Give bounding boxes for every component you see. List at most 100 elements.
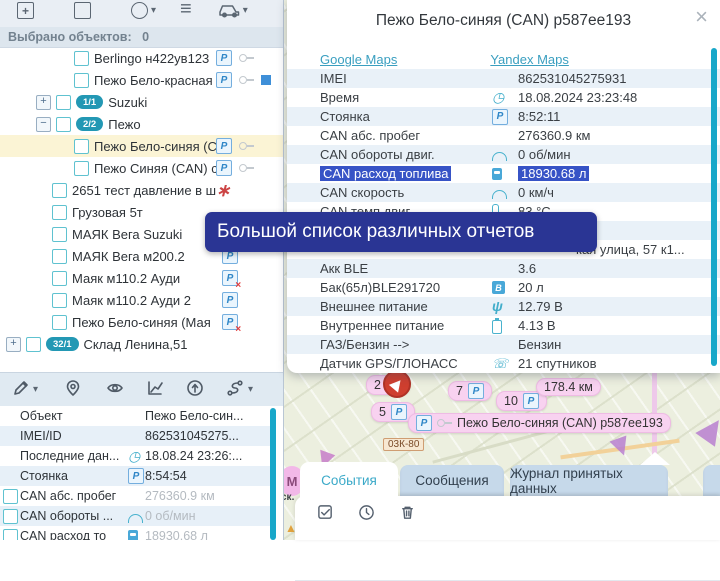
time-filter-button[interactable]	[358, 504, 375, 524]
checkbox[interactable]	[3, 529, 18, 540]
checkbox[interactable]	[74, 73, 89, 88]
battery-icon	[492, 320, 502, 334]
parking-icon	[416, 415, 432, 431]
detail-row: Последние дан... 18.08.24 23:26:...	[0, 446, 270, 466]
checkbox[interactable]	[52, 293, 67, 308]
bottom-panel: Сообщения Журнал принятых данных События…	[283, 450, 720, 540]
tab-events[interactable]: События	[300, 462, 398, 498]
add-object-button[interactable]: +	[17, 2, 34, 19]
info-row[interactable]: Бак(65л)BLE291720 20 л	[287, 278, 720, 297]
expand-icon[interactable]: +	[36, 95, 51, 110]
fuel-icon	[492, 168, 502, 180]
tree-item[interactable]: Пежо Синяя (CAN) с	[0, 157, 283, 179]
tree-group[interactable]: + 32/1 Склад Ленина,51	[0, 333, 283, 355]
info-row[interactable]: Акк BLE 3.6	[287, 259, 720, 278]
map-unit-label[interactable]: Пежо Бело-синяя (CAN) p587ee193	[408, 413, 671, 433]
track-button[interactable]	[226, 379, 244, 400]
info-row[interactable]: ГАЗ/Бензин --> Бензин	[287, 335, 720, 354]
locate-button[interactable]	[64, 379, 82, 400]
tree-group[interactable]: − 2/2 Пежо	[0, 113, 283, 135]
collapse-icon[interactable]: −	[36, 117, 51, 132]
checkbox[interactable]	[52, 271, 67, 286]
map-direction-arrow	[695, 413, 720, 446]
yandex-maps-link[interactable]: Yandex Maps	[490, 52, 569, 67]
parking-icon	[523, 393, 539, 409]
info-row[interactable]: Стоянка 8:52:11	[287, 107, 720, 126]
checkbox[interactable]	[74, 161, 89, 176]
chevron-down-icon[interactable]: ▾	[248, 384, 253, 395]
checkbox[interactable]	[3, 509, 18, 524]
info-row[interactable]: Внешнее питание 12.79 В	[287, 297, 720, 316]
checkbox[interactable]	[56, 95, 71, 110]
popup-scrollbar[interactable]	[711, 48, 717, 366]
tree-group[interactable]: + 1/1 Suzuki	[0, 91, 283, 113]
checkbox[interactable]	[52, 205, 67, 220]
events-tab-body: Avito	[295, 496, 720, 540]
tree-item[interactable]: Маяк м110.2 Ауди 2	[0, 289, 283, 311]
unit-info-popup: Пежо Бело-синяя (CAN) p587ee193 × Google…	[287, 0, 720, 373]
checkbox[interactable]	[52, 315, 67, 330]
detail-row[interactable]: CAN обороты ... 0 об/мин	[0, 506, 270, 526]
tab-messages[interactable]: Сообщения	[400, 465, 504, 496]
chart-button[interactable]	[146, 379, 164, 400]
map-unit-marker[interactable]	[383, 370, 411, 398]
select-all-button[interactable]	[317, 504, 334, 524]
checkbox[interactable]	[26, 337, 41, 352]
selected-objects-bar: Выбрано объектов: 0	[0, 27, 283, 48]
tree-item[interactable]: Berlingo н422ув123	[0, 47, 283, 69]
tab-log[interactable]: Журнал принятых данных	[510, 465, 668, 496]
expand-icon[interactable]: +	[6, 337, 21, 352]
select-area-button[interactable]	[74, 2, 91, 19]
key-icon	[239, 163, 254, 173]
info-row[interactable]: Внутреннее питание 4.13 В	[287, 316, 720, 335]
detail-row[interactable]: CAN абс. пробег 276360.9 км	[0, 486, 270, 506]
sensor-icon	[216, 182, 230, 199]
list-view-button[interactable]: ≡	[180, 2, 192, 17]
watch-button[interactable]	[106, 379, 124, 400]
info-row[interactable]: Датчик GPS/ГЛОНАСС 21 спутников	[287, 354, 720, 373]
route-icon	[226, 379, 244, 397]
google-maps-link[interactable]: Google Maps	[320, 52, 397, 67]
avito-logo-icon	[609, 553, 624, 568]
tree-item-selected[interactable]: Пежо Бело-синяя (С	[0, 135, 283, 157]
detail-row: Объект Пежо Бело-син...	[0, 406, 270, 426]
map-badge-7[interactable]: 7	[448, 381, 492, 401]
detail-row: IMEI/ID 862531045275...	[0, 426, 270, 446]
close-icon[interactable]: ×	[695, 6, 708, 28]
map-distance-label: 178.4 км	[536, 378, 601, 396]
eye-icon	[106, 379, 124, 397]
info-row[interactable]: CAN абс. пробег 276360.9 км	[287, 126, 720, 145]
checkbox[interactable]	[52, 227, 67, 242]
checkbox[interactable]	[3, 489, 18, 504]
parking-off-icon	[222, 314, 238, 330]
sidebar-toolbar: + ▾ ≡ ▾	[0, 0, 283, 30]
detail-row[interactable]: CAN расход то 18930.68 л	[0, 526, 270, 540]
tab-extra[interactable]	[703, 465, 720, 496]
sidebar-scrollbar[interactable]	[270, 408, 276, 540]
info-row[interactable]: CAN обороты двиг. 0 об/мин	[287, 145, 720, 164]
tree-item[interactable]: 2651 тест давление в ш	[0, 179, 283, 201]
send-command-button[interactable]	[186, 379, 204, 400]
square-icon	[74, 2, 91, 19]
tree-item[interactable]: Пежо Бело-синяя (Мая	[0, 311, 283, 333]
delete-button[interactable]	[399, 504, 416, 524]
info-row-selected[interactable]: CAN расход топлива 18930.68 л	[287, 164, 720, 183]
select-radius-button[interactable]: ▾	[131, 2, 156, 19]
info-row[interactable]: CAN скорость 0 км/ч	[287, 183, 720, 202]
checkbox[interactable]	[56, 117, 71, 132]
banner-text: Большой список различных отчетов	[217, 221, 534, 242]
tree-item[interactable]: Пежо Бело-красная	[0, 69, 283, 91]
vehicle-filter-button[interactable]: ▾	[218, 2, 248, 18]
info-row[interactable]: IMEI 862531045275931	[287, 69, 720, 88]
satellite-icon	[492, 356, 508, 371]
unit-toolbar: ▾ ▾	[0, 372, 283, 406]
info-row[interactable]: Время 18.08.2024 23:23:48	[287, 88, 720, 107]
checkbox[interactable]	[74, 51, 89, 66]
edit-button[interactable]	[12, 379, 30, 400]
tree-item[interactable]: Маяк м110.2 Ауди	[0, 267, 283, 289]
checkbox[interactable]	[52, 249, 67, 264]
fuel-icon	[128, 530, 138, 540]
checkbox[interactable]	[74, 139, 89, 154]
checkbox[interactable]	[52, 183, 67, 198]
chevron-down-icon[interactable]: ▾	[33, 384, 38, 395]
